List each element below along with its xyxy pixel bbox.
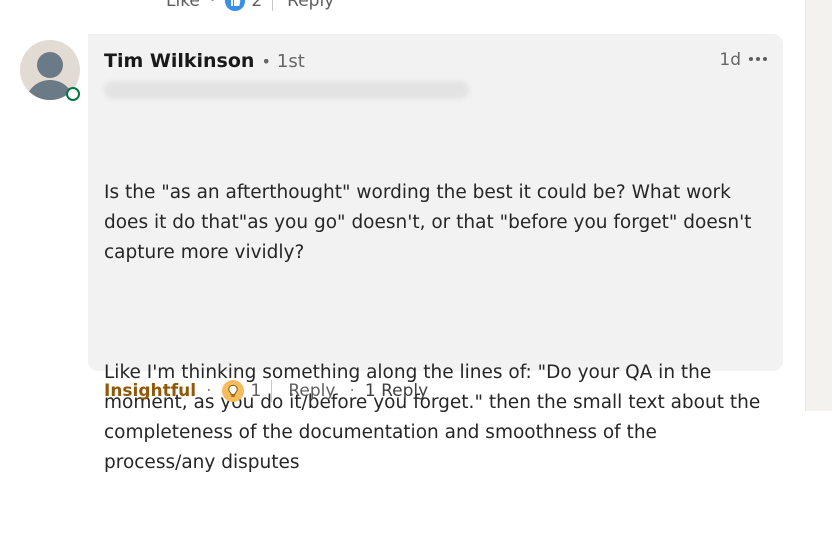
- comment-paragraph: Like I'm thinking something along the li…: [104, 362, 767, 473]
- insightful-reaction-button[interactable]: Insightful: [104, 381, 196, 401]
- thumbs-up-icon[interactable]: [225, 0, 246, 11]
- divider: [272, 0, 274, 11]
- previous-reaction-count[interactable]: 2: [251, 0, 262, 11]
- lightbulb-icon[interactable]: [221, 380, 244, 402]
- scroll-gutter: [805, 0, 832, 411]
- separator-dot: ·: [209, 0, 216, 11]
- online-status-icon: [66, 87, 80, 101]
- author-headline-redacted: [104, 81, 469, 99]
- avatar-head: [37, 52, 63, 78]
- comment-timestamp: 1d: [719, 50, 741, 70]
- view-replies-link[interactable]: 1 Reply: [365, 381, 428, 401]
- author-separator: •: [261, 52, 271, 71]
- connection-degree: 1st: [276, 51, 305, 72]
- previous-reply-button[interactable]: Reply: [287, 0, 334, 11]
- reply-button[interactable]: Reply: [288, 381, 335, 401]
- comment-actions: Insightful · 1 Reply · 1 Reply: [104, 378, 428, 404]
- previous-like-button[interactable]: Like: [166, 0, 200, 11]
- divider: [271, 380, 273, 402]
- comment-text: Is the "as an afterthought" wording the …: [104, 118, 764, 538]
- more-dot: [763, 57, 767, 61]
- more-dot: [756, 57, 760, 61]
- reaction-count[interactable]: 1: [251, 381, 262, 401]
- more-dot: [749, 57, 753, 61]
- separator-dot: ·: [349, 381, 355, 401]
- comment-bubble: Tim Wilkinson • 1st 1d Is the "as an aft…: [88, 34, 783, 473]
- author-row: Tim Wilkinson • 1st: [104, 50, 305, 72]
- previous-comment-actions: Like · 2 Reply: [166, 0, 334, 14]
- comment-paragraph: Is the "as an afterthought" wording the …: [104, 182, 758, 263]
- separator-dot: ·: [206, 381, 212, 401]
- more-options-icon[interactable]: [745, 48, 771, 70]
- author-name[interactable]: Tim Wilkinson: [104, 50, 254, 72]
